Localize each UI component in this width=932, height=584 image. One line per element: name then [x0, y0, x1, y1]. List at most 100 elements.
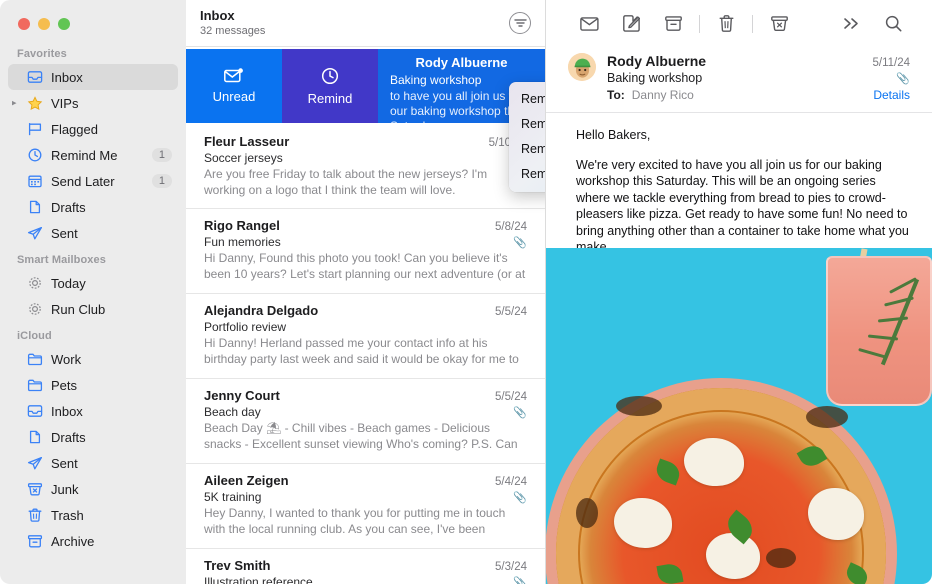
message-row[interactable]: Fleur Lasseur 5/10/24 Soccer jerseys Are yo…	[186, 125, 545, 209]
message-sender: Jenny Court	[204, 388, 280, 403]
sidebar-item-send-later[interactable]: Send Later 1	[8, 168, 178, 194]
message-date: 5/5/24	[495, 306, 527, 318]
message-date: 5/5/24	[495, 391, 527, 403]
chevron-right-icon[interactable]: ▸	[12, 98, 17, 109]
char-spot	[576, 498, 598, 528]
clock-icon	[26, 147, 44, 163]
junk-button[interactable]	[758, 9, 800, 39]
sidebar-item-inbox[interactable]: Inbox	[8, 398, 178, 424]
message-row-subject-line: 5K training 📎	[204, 490, 527, 504]
folder-icon	[26, 351, 44, 367]
paper-plane-icon	[26, 225, 44, 241]
sidebar-item-work[interactable]: Work	[8, 346, 178, 372]
sidebar-item-archive[interactable]: Archive	[8, 528, 178, 554]
message-row-top: Aileen Zeigen 5/4/24	[204, 473, 527, 488]
toolbar-divider-1	[699, 14, 700, 33]
message-date: 5/11/24	[872, 57, 910, 69]
message-row-subject-line: Illustration reference 📎	[204, 575, 527, 584]
sidebar-item-label: Trash	[51, 507, 84, 523]
inbox-icon	[26, 403, 44, 419]
context-menu-item[interactable]: Remind Me in 1 Hour	[509, 87, 545, 112]
sidebar-item-label: Sent	[51, 455, 78, 471]
sidebar-item-remind-me[interactable]: Remind Me 1	[8, 142, 178, 168]
context-menu-item[interactable]: Remind Me Tomorrow	[509, 137, 545, 162]
sidebar-item-drafts[interactable]: Drafts	[8, 194, 178, 220]
sidebar-item-label: Junk	[51, 481, 79, 497]
char-spot	[766, 548, 796, 568]
sidebar-item-label: Sent	[51, 225, 78, 241]
sidebar-item-run-club[interactable]: Run Club	[8, 296, 178, 322]
star-icon	[26, 95, 44, 111]
message-row-top: Jenny Court 5/5/24	[204, 388, 527, 403]
message-sender: Alejandra Delgado	[204, 303, 319, 318]
message-preview: Beach Day ⛱ - Chill vibes - Beach games …	[204, 421, 518, 453]
sidebar-item-label: Flagged	[51, 121, 98, 137]
close-window-button[interactable]	[18, 18, 30, 30]
recipient-label: To:	[607, 88, 625, 102]
compose-button[interactable]	[610, 9, 652, 39]
message-sender: Rigo Rangel	[204, 218, 280, 233]
sidebar-item-today[interactable]: Today	[8, 270, 178, 296]
message-preview: Hey Danny, I wanted to thank you for put…	[204, 506, 506, 538]
attachment-clip-icon: 📎	[513, 576, 527, 584]
archive-icon	[26, 533, 44, 549]
message-header-fields: Rody Albuerne 5/11/24 Baking workshop 📎 …	[607, 53, 910, 102]
folder-icon	[26, 377, 44, 393]
mail-window: Favorites Inbox ▸ VIPs Flagged Remind Me 1 Send…	[0, 0, 932, 584]
more-button[interactable]	[830, 9, 872, 39]
sidebar-section-header: iCloud	[17, 330, 52, 342]
message-row[interactable]: Alejandra Delgado 5/5/24 Portfolio review H…	[186, 294, 545, 379]
sidebar-item-sent[interactable]: Sent	[8, 450, 178, 476]
toolbar-divider-2	[752, 14, 753, 33]
message-subject: Soccer jerseys	[204, 151, 283, 165]
context-menu-item[interactable]: Remind Me Later…	[509, 162, 545, 187]
swiped-message-row: Unread Remind Rody Albuerne Baking works…	[186, 47, 545, 125]
details-link[interactable]: Details	[873, 88, 910, 102]
gear-icon	[26, 275, 44, 291]
compose-icon	[622, 15, 640, 32]
sidebar-item-label: Remind Me	[51, 147, 118, 163]
delete-button[interactable]	[705, 9, 747, 39]
message-row-top: Fleur Lasseur 5/10/24	[204, 134, 527, 149]
swipe-action-remind[interactable]: Remind	[282, 49, 378, 123]
reader-toolbar	[546, 0, 932, 47]
inbox-icon	[26, 69, 44, 85]
message-row[interactable]: Jenny Court 5/5/24 Beach day 📎 Beach Day ⛱ -…	[186, 379, 545, 464]
sidebar-item-sent[interactable]: Sent	[8, 220, 178, 246]
attachment-image[interactable]	[546, 248, 932, 584]
message-header: Rody Albuerne 5/11/24 Baking workshop 📎 …	[546, 47, 932, 113]
message-row[interactable]: Aileen Zeigen 5/4/24 5K training 📎 Hey Danny…	[186, 464, 545, 549]
sidebar-item-flagged[interactable]: Flagged	[8, 116, 178, 142]
message-sender: Aileen Zeigen	[204, 473, 289, 488]
message-row[interactable]: Trev Smith5/3/24Illustration reference📎H…	[186, 549, 545, 584]
filter-icon-glyph	[513, 19, 527, 27]
filter-icon[interactable]	[509, 12, 531, 34]
message-list-header: Inbox 32 messages	[186, 0, 545, 47]
context-menu-item[interactable]: Remind Me Tonight	[509, 112, 545, 137]
reading-pane: Rody Albuerne 5/11/24 Baking workshop 📎 …	[546, 0, 932, 584]
sidebar-item-inbox[interactable]: Inbox	[8, 64, 178, 90]
memoji-icon	[568, 53, 596, 81]
sidebar-item-pets[interactable]: Pets	[8, 372, 178, 398]
swipe-action-unread[interactable]: Unread	[186, 49, 282, 123]
paper-plane-icon	[26, 455, 44, 471]
attachment-clip-icon: 📎	[513, 491, 527, 504]
sidebar-item-drafts[interactable]: Drafts	[8, 424, 178, 450]
sidebar-item-label: Send Later	[51, 173, 115, 189]
mark-unread-button[interactable]	[568, 9, 610, 39]
message-row[interactable]: Rigo Rangel 5/8/24 Fun memories 📎 Hi Danny, …	[186, 209, 545, 294]
message-preview: Hi Danny! Herland passed me your contact…	[204, 336, 519, 368]
archive-button[interactable]	[652, 9, 694, 39]
message-date: 5/3/24	[495, 561, 527, 573]
zoom-window-button[interactable]	[58, 18, 70, 30]
sidebar-item-trash[interactable]: Trash	[8, 502, 178, 528]
message-row-subject-line: Fun memories 📎	[204, 235, 527, 249]
sidebar-item-label: Pets	[51, 377, 78, 393]
search-button[interactable]	[872, 9, 914, 39]
sidebar-item-junk[interactable]: Junk	[8, 476, 178, 502]
junk-icon	[26, 481, 44, 497]
gear-icon	[26, 301, 44, 317]
sidebar-item-label: Drafts	[51, 199, 86, 215]
minimize-window-button[interactable]	[38, 18, 50, 30]
sidebar-item-vips[interactable]: ▸ VIPs	[8, 90, 178, 116]
